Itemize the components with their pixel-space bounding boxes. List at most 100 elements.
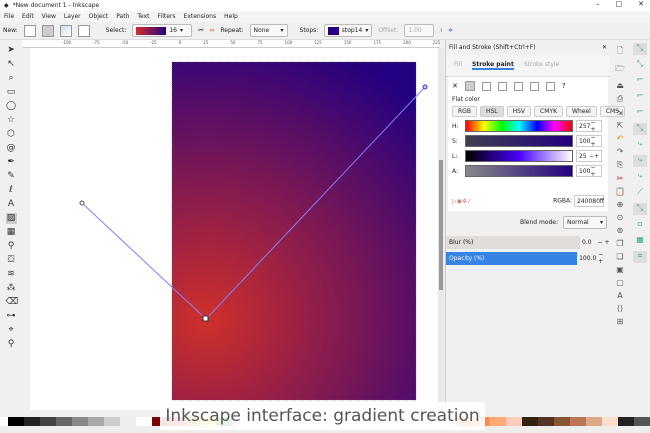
radial-gradient-paint-button[interactable] [497,81,507,91]
eraser-tool-icon[interactable]: ⌫ [6,297,19,308]
link-gradient-icon[interactable]: ⚯ [198,27,203,34]
saturation-spinner[interactable]: 100 −+ [576,134,602,148]
snap-edge-icon[interactable]: ⌐ [633,75,647,87]
duplicate-icon[interactable]: ❐ [616,239,623,248]
align-icon[interactable]: ⊞ [617,317,624,326]
close-button[interactable]: ✕ [638,0,644,8]
measure-tool-icon[interactable]: ⌖ [6,325,17,336]
snap-bbox-icon[interactable]: ⤡ [633,59,647,71]
close-dialog-icon[interactable]: ✕ [602,44,607,51]
snap-nodes-icon[interactable]: ⤡ [633,123,647,135]
stops-select[interactable]: stop14 ▾ [324,24,373,37]
saturation-slider[interactable] [465,135,573,147]
blend-select[interactable]: Normal ▾ [563,216,607,229]
gradient-rectangle[interactable] [171,61,417,401]
palette-swatch[interactable] [56,417,73,426]
calligraphy-tool-icon[interactable]: ℓ [6,185,17,196]
spray-tool-icon[interactable]: ⁂ [6,283,17,294]
palette-swatch[interactable] [136,417,153,426]
mode-cmyk[interactable]: CMYK [534,106,564,117]
menu-object[interactable]: Object [89,13,109,20]
menu-layer[interactable]: Layer [64,13,81,20]
import-icon[interactable]: ⇲ [617,108,624,117]
text-tool-icon[interactable]: A [6,199,17,210]
pencil-tool-icon[interactable]: ✎ [6,171,17,182]
reverse-icon[interactable]: ⇔ [209,27,214,34]
tweak-tool-icon[interactable]: ≋ [6,269,17,280]
mode-hsv[interactable]: HSV [506,106,532,117]
spin-minus-plus[interactable]: −+ [590,119,599,133]
stroke-gradient-button[interactable] [77,24,90,37]
maximize-button[interactable]: □ [616,0,623,8]
mesh-paint-button[interactable] [513,81,523,91]
cut-icon[interactable]: ✂ [617,174,624,183]
menu-filters[interactable]: Filters [158,13,176,20]
copy-icon[interactable]: ⎘ [617,160,623,170]
dropper-tool-icon[interactable]: ⚲ [6,241,17,252]
save-icon[interactable]: ⏏ [616,81,624,90]
rgba-input[interactable]: 240080ff [574,195,604,207]
xml-editor-icon[interactable]: ⟨⟩ [617,304,623,313]
gradient-tool-icon[interactable]: ▧ [5,213,17,224]
snap-toggle-icon[interactable]: ⤡ [633,43,647,55]
blur-spin[interactable]: − + [598,239,610,246]
zoom-page-icon[interactable]: ⊚ [617,226,624,235]
no-color-swatch[interactable] [0,417,9,426]
radial-gradient-button[interactable] [41,24,54,37]
connector-tool-icon[interactable]: ⊶ [6,311,17,322]
spin-minus-plus[interactable]: −+ [590,134,599,148]
palette-swatch[interactable] [104,417,121,426]
minimize-button[interactable]: – [596,0,600,8]
snap-smooth-icon[interactable]: ⟋ [633,187,647,199]
open-icon[interactable]: 🗁 [615,63,625,77]
unset-paint-button[interactable]: ? [562,82,566,90]
node-tool-icon[interactable]: ↖ [6,59,17,70]
menu-help[interactable]: Help [224,13,238,20]
gradient-radius-handle[interactable] [422,84,428,90]
tab-stroke-style[interactable]: Stroke style [524,61,559,70]
mesh-tool-icon[interactable]: ▦ [6,227,17,238]
menu-view[interactable]: View [42,13,56,20]
opacity-spin[interactable]: − + [598,251,610,265]
palette-swatch[interactable] [633,417,650,426]
opacity-slider[interactable]: Opacity (%) [446,251,578,265]
palette-swatch[interactable] [505,417,522,426]
rect-tool-icon[interactable]: ▭ [6,87,17,98]
palette-swatch[interactable] [601,417,618,426]
zoom-selection-icon[interactable]: ⊕ [617,200,624,209]
snap-intersection-icon[interactable]: ⤷ [633,155,647,167]
paste-icon[interactable]: 📋 [615,187,625,196]
palette-swatch[interactable] [72,417,89,426]
mode-hsl[interactable]: HSL [479,106,504,117]
mode-wheel[interactable]: Wheel [566,106,597,117]
palette-swatch[interactable] [521,417,538,426]
lightness-spinner[interactable]: 25 −+ [576,150,602,162]
palette-swatch[interactable] [120,417,137,426]
canvas[interactable] [30,48,438,410]
redo-icon[interactable]: ↷ [617,147,624,156]
insert-stop-icon[interactable]: ⍿ [440,27,442,35]
snap-page-icon[interactable]: ▫ [633,219,647,231]
lightness-slider[interactable] [465,150,573,162]
palette-swatch[interactable] [569,417,586,426]
hue-spinner[interactable]: 257 −+ [576,119,602,133]
star-tool-icon[interactable]: ☆ [6,115,17,126]
new-doc-icon[interactable]: 🗋 [617,45,623,59]
linear-gradient-paint-button[interactable] [481,81,491,91]
snap-midpoint-icon[interactable]: ⌐ [633,107,647,119]
paint-bucket-tool-icon[interactable]: ⛋ [6,255,17,266]
gradient-radius-handle[interactable] [79,200,85,206]
undo-icon[interactable]: ↶ [617,134,624,143]
gradient-center-handle[interactable] [202,315,209,322]
3dbox-tool-icon[interactable]: ⬡ [6,129,17,140]
menu-edit[interactable]: Edit [22,13,34,20]
flat-color-button[interactable] [464,81,475,91]
menu-text[interactable]: Text [137,13,149,20]
palette-swatch[interactable] [585,417,602,426]
spin-minus-plus[interactable]: −+ [590,164,599,178]
print-icon[interactable]: ⎙ [617,94,623,104]
swatch-paint-button[interactable] [545,81,555,91]
text-font-icon[interactable]: A [617,291,622,300]
hue-slider[interactable] [465,120,573,132]
palette-swatch[interactable] [537,417,554,426]
